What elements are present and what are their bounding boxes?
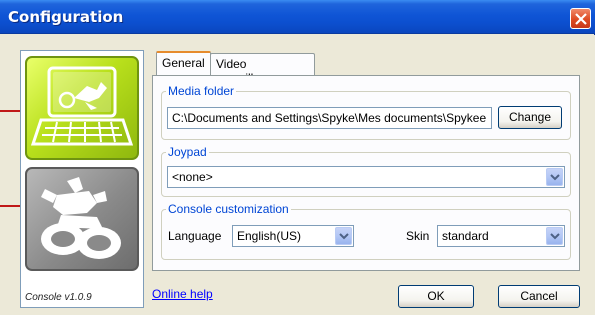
skin-label: Skin: [406, 229, 430, 243]
configuration-window: Configuration Console v1.0.9 General Vid…: [0, 0, 595, 315]
online-help-link[interactable]: Online help: [152, 287, 213, 301]
mode-panel: Console v1.0.9: [20, 50, 144, 308]
ok-button[interactable]: OK: [398, 285, 474, 308]
tab-general[interactable]: General: [156, 51, 211, 75]
joypad-legend: Joypad: [168, 145, 207, 159]
language-select[interactable]: English(US): [232, 225, 354, 247]
pointer-line-robot: [0, 205, 20, 207]
language-selected-value: English(US): [237, 229, 302, 243]
joypad-select[interactable]: <none>: [167, 166, 565, 188]
change-folder-button[interactable]: Change: [498, 106, 562, 129]
language-label: Language: [168, 229, 222, 243]
media-folder-group: Media folder C:\Documents and Settings\S…: [161, 84, 571, 140]
console-mode-tile[interactable]: [25, 56, 139, 160]
console-customization-legend: Console customization: [168, 202, 289, 216]
language-dropdown-button[interactable]: [335, 227, 352, 245]
skin-dropdown-button[interactable]: [546, 227, 563, 245]
window-title: Configuration: [8, 8, 124, 26]
chevron-down-icon: [550, 233, 560, 240]
skin-select[interactable]: standard: [437, 225, 565, 247]
robot-mode-tile[interactable]: [25, 167, 139, 271]
tab-video-surveillance[interactable]: Video surveillance: [210, 53, 315, 85]
client-area: Console v1.0.9 General Video surveillanc…: [0, 35, 595, 315]
close-button[interactable]: [570, 8, 591, 29]
close-icon: [575, 13, 587, 25]
joypad-selected-value: <none>: [172, 170, 213, 184]
general-tab-panel: Media folder C:\Documents and Settings\S…: [152, 75, 580, 271]
joypad-group: Joypad <none>: [161, 145, 571, 197]
media-folder-path-field[interactable]: C:\Documents and Settings\Spyke\Mes docu…: [167, 107, 492, 129]
laptop-robot-icon: [30, 66, 134, 146]
title-bar[interactable]: Configuration: [0, 0, 595, 34]
chevron-down-icon: [550, 174, 560, 181]
joypad-dropdown-button[interactable]: [546, 168, 563, 186]
console-customization-group: Console customization Language English(U…: [161, 202, 571, 260]
pointer-line-console: [0, 110, 20, 112]
version-label: Console v1.0.9: [25, 292, 92, 303]
media-folder-legend: Media folder: [168, 84, 235, 98]
skin-selected-value: standard: [442, 229, 489, 243]
cancel-button[interactable]: Cancel: [498, 285, 580, 308]
robot-icon: [41, 177, 121, 259]
chevron-down-icon: [339, 233, 349, 240]
